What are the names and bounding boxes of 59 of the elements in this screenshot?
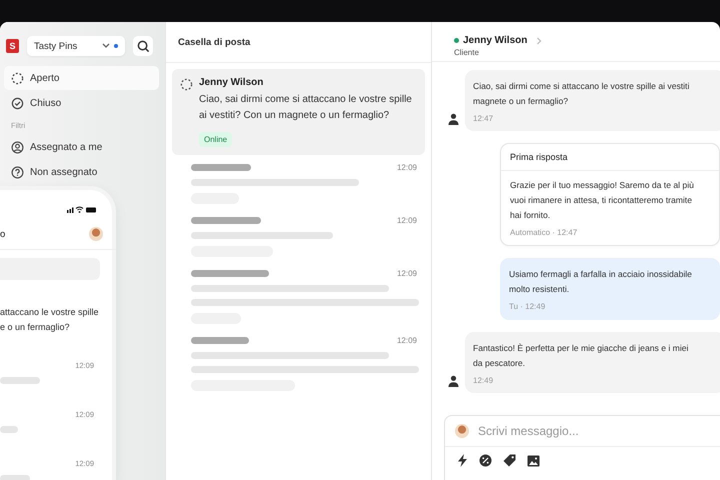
message-line: hai fornito. (510, 209, 552, 222)
message-input[interactable]: Scrivi messaggio... (478, 424, 710, 438)
contact-role: Cliente (454, 48, 480, 57)
question-circle-icon (11, 166, 24, 178)
message-meta: 12:49 (473, 376, 494, 385)
contact-name: Jenny Wilson (199, 77, 264, 88)
timestamp: 12:09 (396, 336, 417, 345)
person-icon (448, 113, 459, 125)
message-meta: Tu · 12:49 (509, 302, 546, 311)
message-line: e o un fermaglio? (0, 321, 71, 334)
search-button[interactable] (133, 36, 153, 56)
skeleton-bar (0, 377, 40, 384)
notification-dot (114, 44, 118, 48)
dashed-circle-icon (11, 72, 24, 84)
message-line: attaccano le vostre spille (0, 306, 100, 319)
message-line: vuoi rimanere in attesa, ti ricontatteremo tramite (510, 194, 693, 207)
screen-title: o (0, 228, 6, 240)
message-meta: 12:47 (473, 114, 494, 123)
conversation-card[interactable]: Jenny Wilson Ciao, sai dirmi come si attaccano le vostre spille ai vestiti? Con un magnete o un fermaglio? Online (172, 69, 425, 155)
person-icon (448, 375, 459, 387)
message-line: magnete o un fermaglio? (473, 95, 570, 108)
status-icon (180, 78, 193, 91)
message-meta: Automatico · 12:47 (510, 228, 578, 237)
message-line: Ciao, sai dirmi come si attaccano le vostre spille ai vestiti (473, 80, 690, 93)
avatar-icon (455, 424, 469, 438)
caret-icon (102, 43, 110, 49)
message-line: Usiamo fermagli a farfalla in acciaio inossidabile (509, 268, 693, 281)
skeleton-bar (0, 475, 30, 480)
message-line: Grazie per il tuo messaggio! Saremo da te al più (510, 179, 695, 192)
status-badge: Online (199, 132, 232, 147)
filter-item[interactable]: Assegnato a me (4, 135, 159, 159)
message-preview: Ciao, sai dirmi come si attaccano le vostre spille ai vestiti? Con un magnete o un fermaglio? (199, 93, 413, 123)
chevron-icon (536, 36, 542, 44)
skeleton-bar (191, 217, 261, 224)
workspace-dropdown[interactable]: Tasty Pins (27, 36, 125, 56)
skeleton-bar (191, 164, 251, 171)
card-title: Prima risposta (501, 144, 719, 171)
sidebar-item[interactable]: Chiuso (4, 91, 159, 115)
message-line: molto resistenti. (509, 283, 570, 296)
sidebar-item[interactable]: Aperto (4, 66, 159, 90)
filter-item[interactable]: Non assegnato (4, 160, 159, 184)
contact-name[interactable]: Jenny Wilson (463, 35, 528, 46)
percent-badge-icon[interactable] (479, 454, 492, 467)
check-circle-icon (11, 96, 24, 110)
skeleton-bar (191, 337, 249, 344)
timestamp: 12:09 (396, 163, 417, 172)
avatar-icon (89, 227, 103, 241)
message-line: Fantastico! È perfetta per le mie giacche di jeans e i miei (473, 342, 690, 355)
status-icons (67, 206, 97, 213)
timestamp: 12:09 (396, 216, 417, 225)
skeleton-bar (0, 426, 18, 433)
user-circle-icon (11, 140, 24, 154)
logo: S (6, 39, 19, 53)
image-icon[interactable] (527, 454, 540, 466)
message-line: da pescatore. (473, 357, 526, 370)
inbox-title: Casella di posta (166, 22, 431, 63)
tag-icon[interactable] (503, 454, 516, 467)
lightning-icon[interactable] (457, 454, 468, 467)
timestamp: 12:09 (396, 269, 417, 278)
